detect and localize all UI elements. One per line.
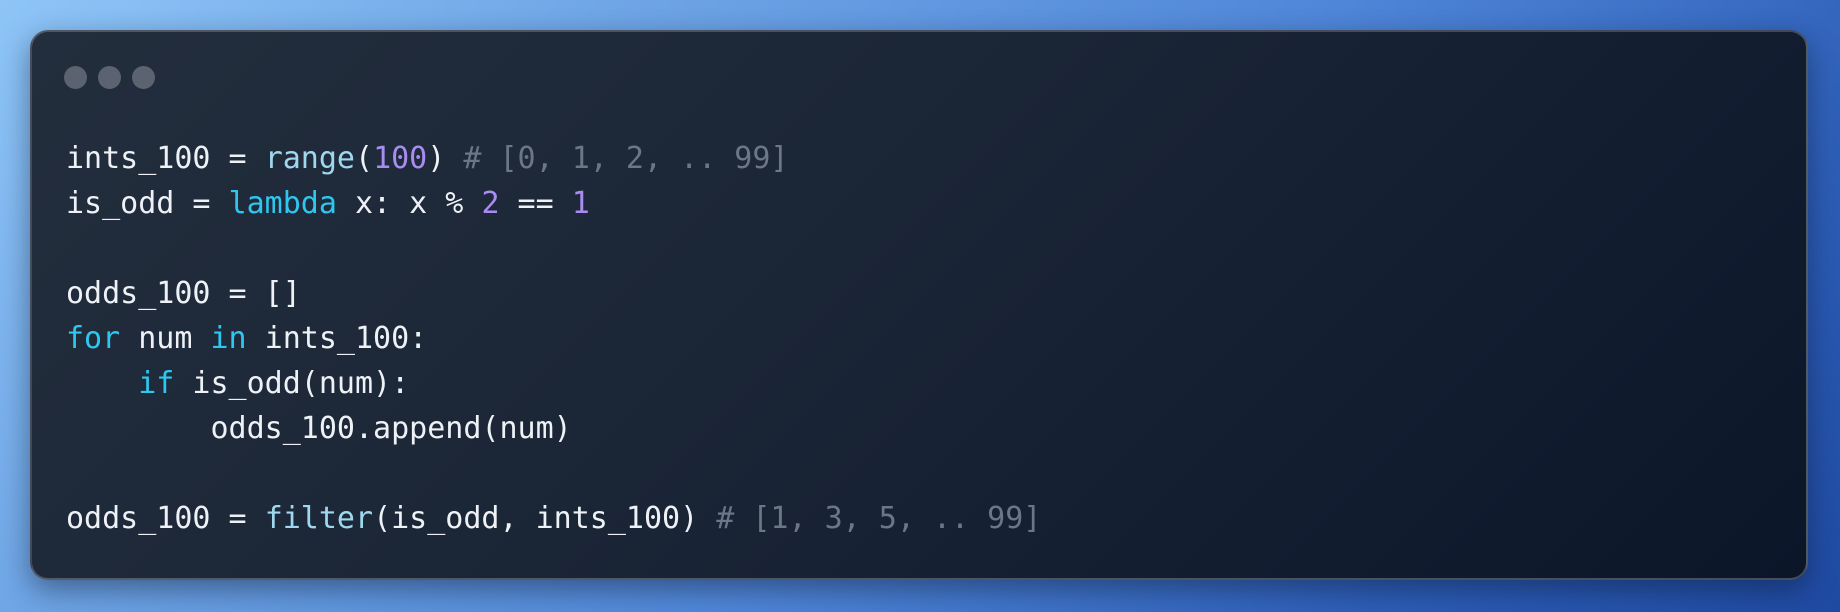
code-line-4: odds_100 = [] xyxy=(66,271,1041,316)
code-text: x: x % xyxy=(336,186,482,221)
code-text: ints_100 = xyxy=(66,141,265,176)
code-text: ints_100: xyxy=(246,321,428,356)
code-comment: # [0, 1, 2, .. 99] xyxy=(463,141,789,176)
code-line-5: for num in ints_100: xyxy=(66,316,1041,361)
number-literal: 2 xyxy=(481,186,500,221)
code-text: ( xyxy=(355,141,374,176)
window-dot-1[interactable] xyxy=(64,66,87,89)
code-line-9: odds_100 = filter(is_odd, ints_100) # [1… xyxy=(66,496,1041,541)
code-text: odds_100.append(num) xyxy=(66,411,572,446)
builtin-range: range xyxy=(264,141,355,176)
code-line-7: odds_100.append(num) xyxy=(66,406,1041,451)
code-text: is_odd(num): xyxy=(174,366,410,401)
code-text: is_odd = xyxy=(66,186,229,221)
window-dot-2[interactable] xyxy=(98,66,121,89)
keyword-for: for xyxy=(66,321,121,356)
number-literal: 100 xyxy=(373,141,428,176)
window-dot-3[interactable] xyxy=(132,66,155,89)
window-controls xyxy=(64,66,155,89)
code-line-6: if is_odd(num): xyxy=(66,361,1041,406)
code-comment: # [1, 3, 5, .. 99] xyxy=(716,501,1042,536)
code-text: == xyxy=(499,186,572,221)
keyword-if: if xyxy=(138,366,175,401)
code-text: odds_100 = [] xyxy=(66,276,301,311)
code-text: odds_100 = xyxy=(66,501,265,536)
keyword-lambda: lambda xyxy=(228,186,337,221)
code-text: num xyxy=(120,321,211,356)
code-line-1: ints_100 = range(100) # [0, 1, 2, .. 99] xyxy=(66,136,1041,181)
number-literal: 1 xyxy=(571,186,590,221)
code-block: ints_100 = range(100) # [0, 1, 2, .. 99]… xyxy=(66,136,1041,541)
code-window: ints_100 = range(100) # [0, 1, 2, .. 99]… xyxy=(30,30,1808,580)
code-text: ) xyxy=(427,141,464,176)
keyword-in: in xyxy=(210,321,247,356)
code-text: (is_odd, ints_100) xyxy=(373,501,717,536)
code-line-2: is_odd = lambda x: x % 2 == 1 xyxy=(66,181,1041,226)
builtin-filter: filter xyxy=(264,501,374,536)
